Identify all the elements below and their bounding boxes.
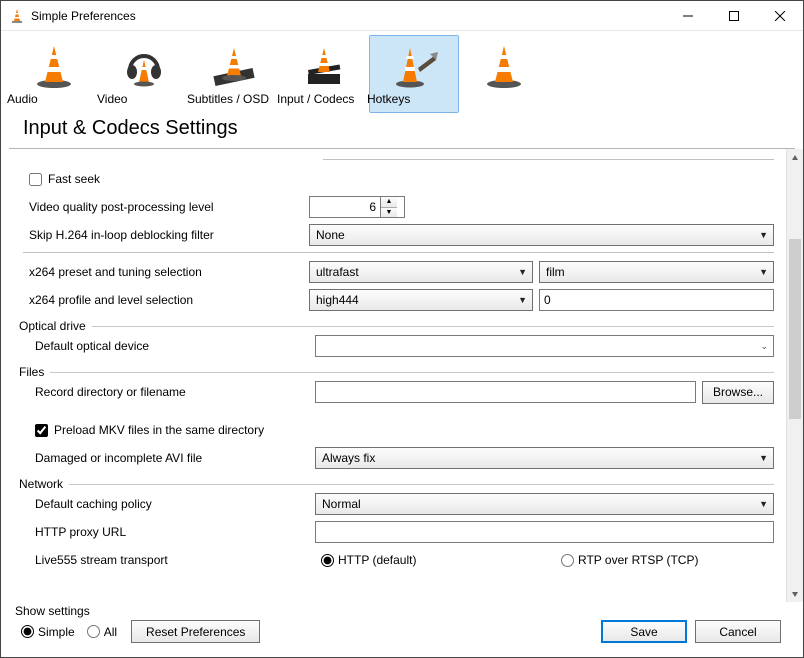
save-button[interactable]: Save <box>601 620 687 643</box>
damaged-avi-dropdown[interactable]: Always fix ▼ <box>315 447 774 469</box>
cancel-button[interactable]: Cancel <box>695 620 781 643</box>
maximize-button[interactable] <box>711 1 757 31</box>
chevron-down-icon: ▼ <box>759 230 768 240</box>
fast-seek-checkbox[interactable] <box>29 173 42 186</box>
tab-hotkeys-label: Hotkeys <box>361 92 647 106</box>
scroll-down-icon[interactable] <box>787 585 803 602</box>
x264-tune-value: film <box>546 265 565 279</box>
video-quality-spinner[interactable]: ▲▼ <box>309 196 405 218</box>
live555-http-label: HTTP (default) <box>338 553 416 567</box>
window-title: Simple Preferences <box>31 9 665 23</box>
http-proxy-label: HTTP proxy URL <box>29 525 315 539</box>
spin-down-icon[interactable]: ▼ <box>381 208 397 218</box>
x264-tune-dropdown[interactable]: film ▼ <box>539 261 774 283</box>
cache-policy-value: Normal <box>322 497 361 511</box>
category-tabs: Interface Audio Video Subtitles / OSD In… <box>9 31 803 115</box>
damaged-avi-value: Always fix <box>322 451 375 465</box>
x264-preset-value: ultrafast <box>316 265 359 279</box>
titlebar: Simple Preferences <box>1 1 803 31</box>
headphones-cone-icon <box>120 42 168 90</box>
settings-panel: Fast seek Video quality post-processing … <box>1 149 786 602</box>
browse-button[interactable]: Browse... <box>702 381 774 404</box>
x264-profile-dropdown[interactable]: high444 ▼ <box>309 289 533 311</box>
live555-label: Live555 stream transport <box>29 553 315 567</box>
show-settings-label: Show settings <box>15 604 260 618</box>
video-quality-label: Video quality post-processing level <box>23 200 309 214</box>
record-dir-label: Record directory or filename <box>29 385 315 399</box>
page-title: Input & Codecs Settings <box>9 115 795 149</box>
cache-policy-dropdown[interactable]: Normal ▼ <box>315 493 774 515</box>
spin-up-icon[interactable]: ▲ <box>381 197 397 208</box>
trowel-cone-icon <box>390 42 438 90</box>
x264-level-input[interactable] <box>539 289 774 311</box>
chevron-down-icon: ▼ <box>759 499 768 509</box>
reset-preferences-button[interactable]: Reset Preferences <box>131 620 260 643</box>
fast-seek-label: Fast seek <box>48 172 100 186</box>
live555-http-radio[interactable] <box>321 554 334 567</box>
network-group-title: Network <box>19 477 63 491</box>
scroll-up-icon[interactable] <box>787 149 803 166</box>
damaged-avi-label: Damaged or incomplete AVI file <box>29 451 315 465</box>
default-optical-label: Default optical device <box>29 339 315 353</box>
live555-rtp-radio[interactable] <box>561 554 574 567</box>
clapper-cone-icon <box>300 42 348 90</box>
vertical-scrollbar[interactable] <box>786 149 803 602</box>
preload-mkv-label: Preload MKV files in the same directory <box>54 423 264 437</box>
cone-icon <box>480 42 528 90</box>
chevron-down-icon: ⌄ <box>760 341 768 352</box>
chevron-down-icon: ▼ <box>759 453 768 463</box>
preload-mkv-checkbox[interactable] <box>35 424 48 437</box>
footer: Show settings Simple All Reset Preferenc… <box>1 602 803 657</box>
chevron-down-icon: ▼ <box>518 295 527 305</box>
record-dir-input[interactable] <box>315 381 696 403</box>
chevron-down-icon: ▼ <box>518 267 527 277</box>
optical-group-title: Optical drive <box>19 319 86 333</box>
show-simple-radio[interactable] <box>21 625 34 638</box>
close-button[interactable] <box>757 1 803 31</box>
x264-preset-dropdown[interactable]: ultrafast ▼ <box>309 261 533 283</box>
filmstrip-cone-icon <box>210 42 258 90</box>
skip-h264-label: Skip H.264 in-loop deblocking filter <box>23 228 309 242</box>
chevron-down-icon: ▼ <box>759 267 768 277</box>
files-group-title: Files <box>19 365 44 379</box>
minimize-button[interactable] <box>665 1 711 31</box>
cone-icon <box>30 42 78 90</box>
x264-preset-label: x264 preset and tuning selection <box>23 265 309 279</box>
scrollbar-thumb[interactable] <box>789 239 801 419</box>
skip-h264-dropdown[interactable]: None ▼ <box>309 224 774 246</box>
video-quality-input[interactable] <box>310 199 380 215</box>
show-simple-label: Simple <box>38 625 75 639</box>
http-proxy-input[interactable] <box>315 521 774 543</box>
default-optical-dropdown[interactable]: ⌄ <box>315 335 774 357</box>
preferences-window: Simple Preferences Interface Audio Video <box>0 0 804 658</box>
tab-hotkeys[interactable]: Hotkeys <box>459 35 549 113</box>
x264-profile-label: x264 profile and level selection <box>23 293 309 307</box>
x264-profile-value: high444 <box>316 293 359 307</box>
show-all-label: All <box>104 625 117 639</box>
show-all-radio[interactable] <box>87 625 100 638</box>
cache-policy-label: Default caching policy <box>29 497 315 511</box>
live555-rtp-label: RTP over RTSP (TCP) <box>578 553 698 567</box>
vlc-cone-icon <box>9 8 25 24</box>
skip-h264-value: None <box>316 228 345 242</box>
